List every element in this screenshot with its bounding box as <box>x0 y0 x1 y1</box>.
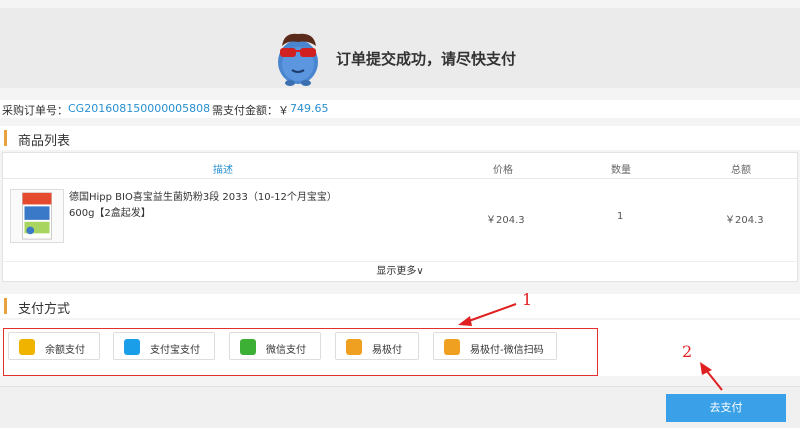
hipp-milk-box-icon[interactable] <box>10 189 64 243</box>
payment-page: 订单提交成功，请尽快支付 采购订单号： CG201608150000005808… <box>0 0 800 428</box>
products-heading: 商品列表 <box>0 126 800 150</box>
payment-heading-text: 支付方式 <box>18 302 71 317</box>
product-price: ￥204.3 <box>486 215 525 226</box>
product-spec: 600g【2盒起发】 <box>69 208 151 219</box>
heading-accent <box>4 130 7 146</box>
success-banner: 订单提交成功，请尽快支付 <box>0 8 800 88</box>
pay-button[interactable]: 去支付 <box>666 394 786 422</box>
pay-option-label: 微信支付 <box>266 345 306 356</box>
products-heading-text: 商品列表 <box>18 134 71 149</box>
show-more-link[interactable]: 显示更多∨ <box>3 261 797 281</box>
card-icon <box>346 339 362 355</box>
product-total: ￥204.3 <box>725 215 764 226</box>
product-qty: 1 <box>617 211 624 222</box>
order-number-label: 采购订单号： <box>2 104 68 117</box>
pay-option-wechat[interactable]: 微信支付 <box>229 332 321 360</box>
pay-option-yijifu[interactable]: 易极付 <box>335 332 419 360</box>
header-price: 价格 <box>493 165 513 176</box>
product-description[interactable]: 德国Hipp BIO喜宝益生菌奶粉3段 2033（10-12个月宝宝） 600g… <box>69 190 369 222</box>
mascot-icon <box>278 33 318 86</box>
success-message: 订单提交成功，请尽快支付 <box>336 50 517 68</box>
table-header: 描述 价格 数量 总额 <box>3 153 797 179</box>
pay-option-label: 易极付-微信扫码 <box>470 345 544 356</box>
pay-option-label: 易极付 <box>372 345 402 356</box>
pay-option-balance[interactable]: 余额支付 <box>8 332 100 360</box>
order-number-value: CG201608150000005808 <box>68 102 211 115</box>
annotation-number-1: 1 <box>522 290 533 309</box>
order-info: 采购订单号： CG201608150000005808 需支付金额：￥ 749.… <box>0 100 800 118</box>
balance-icon <box>19 339 35 355</box>
header-desc: 描述 <box>213 165 233 176</box>
payment-heading: 支付方式 <box>0 294 800 318</box>
pay-option-label: 余额支付 <box>45 345 85 356</box>
pay-option-alipay[interactable]: 支付宝支付 <box>113 332 215 360</box>
heading-accent <box>4 298 7 314</box>
header-total: 总额 <box>731 165 751 176</box>
amount-value: 749.65 <box>290 102 329 115</box>
alipay-icon <box>124 339 140 355</box>
wechat-icon <box>240 339 256 355</box>
product-table: 描述 价格 数量 总额 德国Hipp BIO喜宝益生菌奶粉3段 2033（10-… <box>2 152 798 282</box>
card-icon <box>444 339 460 355</box>
pay-option-yijifu-wechat[interactable]: 易极付-微信扫码 <box>433 332 557 360</box>
amount-label: 需支付金额：￥ <box>212 104 289 117</box>
product-name: 德国Hipp BIO喜宝益生菌奶粉3段 2033（10-12个月宝宝） <box>69 192 337 203</box>
header-qty: 数量 <box>611 165 631 176</box>
annotation-number-2: 2 <box>682 342 693 361</box>
table-row: 德国Hipp BIO喜宝益生菌奶粉3段 2033（10-12个月宝宝） 600g… <box>3 181 797 259</box>
pay-option-label: 支付宝支付 <box>150 345 200 356</box>
